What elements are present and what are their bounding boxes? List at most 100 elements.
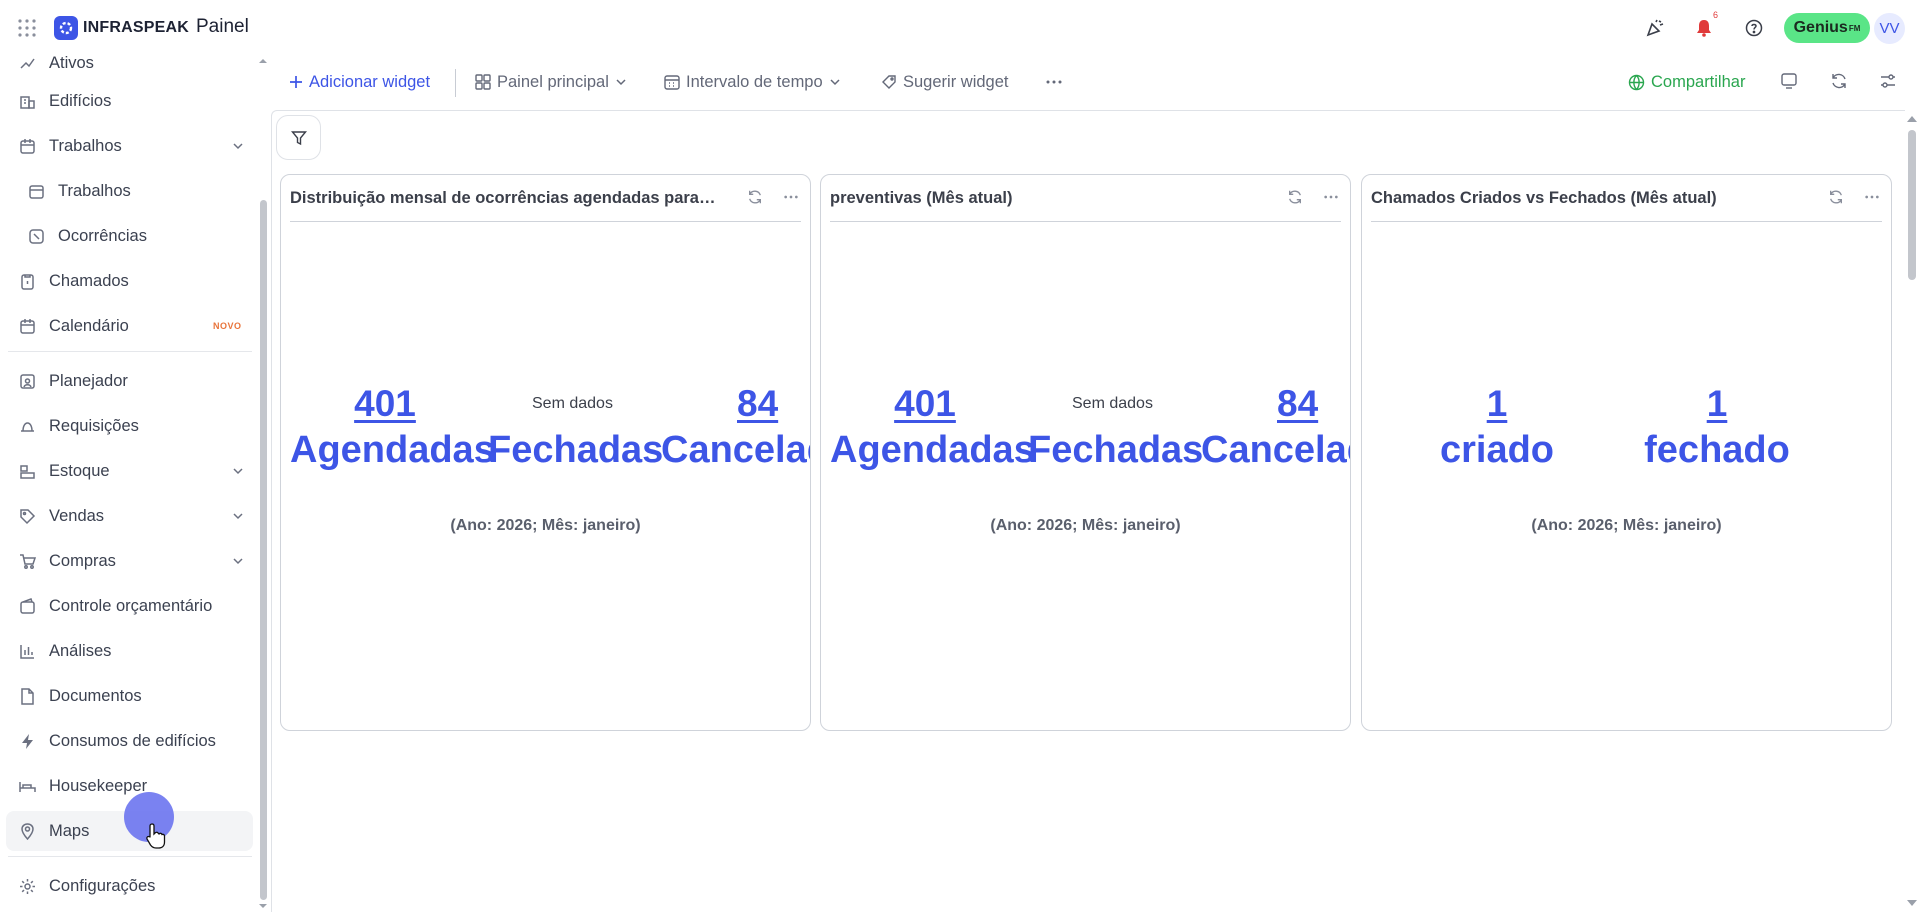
metric-label: Agendadas xyxy=(830,429,1035,471)
sidebar-item-calendario[interactable]: Calendário NOVO xyxy=(0,306,254,346)
widget-card[interactable]: Chamados Criados vs Fechados (Mês atual)… xyxy=(1361,174,1892,731)
genius-button[interactable]: Genius FM xyxy=(1784,13,1870,43)
sidebar-item-trabalhos[interactable]: Trabalhos xyxy=(0,171,254,211)
logo-text: INFRASPEAK xyxy=(83,19,190,36)
bar-chart-icon xyxy=(20,644,34,659)
bed-icon xyxy=(19,781,36,792)
filter-button[interactable] xyxy=(276,115,321,160)
sidebar-item-ocorrencias[interactable]: Ocorrências xyxy=(0,216,254,256)
metric-value[interactable]: 1 xyxy=(1422,381,1572,427)
metric-label: Fechadas xyxy=(488,429,664,471)
monitor-icon[interactable] xyxy=(1780,73,1798,90)
add-widget-label: Adicionar widget xyxy=(309,72,431,91)
sidebar-item-planejador[interactable]: Planejador xyxy=(0,361,254,401)
sidebar-item-estoque[interactable]: Estoque xyxy=(0,451,254,491)
more-horizontal-icon[interactable] xyxy=(783,189,799,205)
more-options-button[interactable] xyxy=(1045,71,1069,93)
metric-label: fechado xyxy=(1644,429,1790,471)
no-data-text: Sem dados xyxy=(1072,395,1153,412)
widget-header: Chamados Criados vs Fechados (Mês atual) xyxy=(1371,175,1882,222)
chevron-down-icon xyxy=(233,558,243,565)
clipboard-icon xyxy=(21,273,34,290)
metric-fechado[interactable]: 1 fechado xyxy=(1632,381,1802,473)
metric-agendadas[interactable]: 401 Agendadas xyxy=(290,381,495,473)
metric-value[interactable]: 84 xyxy=(1201,381,1350,427)
wallet-icon xyxy=(20,597,35,614)
document-icon xyxy=(21,687,34,705)
stock-icon xyxy=(20,464,35,479)
metric-agendadas[interactable]: 401 Agendadas xyxy=(830,381,1035,473)
scroll-up-arrow-icon[interactable] xyxy=(258,57,268,65)
period-text: (Ano: 2026; Mês: janeiro) xyxy=(450,517,641,534)
sidebar-item-vendas[interactable]: Vendas xyxy=(0,496,254,536)
help-icon[interactable] xyxy=(1743,17,1765,39)
sidebar-item-trabalhos-group[interactable]: Trabalhos xyxy=(0,126,254,166)
sidebar-item-configuracoes[interactable]: Configurações xyxy=(0,866,254,906)
sidebar-item-compras[interactable]: Compras xyxy=(0,541,254,581)
more-horizontal-icon[interactable] xyxy=(1864,189,1880,205)
sidebar-item-consumos-de-edificios[interactable]: Consumos de edifícios xyxy=(0,721,254,761)
calendar-icon xyxy=(29,184,44,199)
logo-mark-icon xyxy=(54,16,78,40)
sidebar-item-analises[interactable]: Análises xyxy=(0,631,254,671)
metric-value[interactable]: 84 xyxy=(661,381,810,427)
refresh-icon[interactable] xyxy=(747,189,763,205)
canvas-scrollbar[interactable] xyxy=(1908,130,1916,280)
sidebar-item-requisicoes[interactable]: Requisições xyxy=(0,406,254,446)
widget-card[interactable]: preventivas (Mês atual) 401 Agendadas Se… xyxy=(820,174,1351,731)
period-text: (Ano: 2026; Mês: janeiro) xyxy=(990,517,1181,534)
sidebar-divider xyxy=(8,351,252,352)
assets-icon xyxy=(20,58,35,69)
widget-header: preventivas (Mês atual) xyxy=(830,175,1341,222)
dashboard-select[interactable]: Painel principal xyxy=(475,71,634,93)
scroll-down-arrow-icon[interactable] xyxy=(258,902,268,910)
sidebar-item-label: Housekeeper xyxy=(49,776,148,795)
metric-criado[interactable]: 1 criado xyxy=(1422,381,1572,473)
sidebar-item-housekeeper[interactable]: Housekeeper xyxy=(0,766,254,806)
scroll-up-arrow-icon[interactable] xyxy=(1906,114,1918,124)
refresh-icon[interactable] xyxy=(1830,72,1848,90)
chevron-down-icon xyxy=(830,79,840,86)
sidebar-item-controle-orcamentario[interactable]: Controle orçamentário xyxy=(0,586,254,626)
widget-card[interactable]: Distribuição mensal de ocorrências agend… xyxy=(280,174,811,731)
scroll-down-arrow-icon[interactable] xyxy=(1906,898,1918,908)
user-avatar[interactable]: VV xyxy=(1874,13,1905,44)
tag-icon xyxy=(20,508,36,524)
suggest-widget-button[interactable]: Sugerir widget xyxy=(881,71,1008,93)
time-range-select[interactable]: Intervalo de tempo xyxy=(664,71,848,93)
sidebar-item-label: Ativos xyxy=(49,55,94,72)
more-horizontal-icon[interactable] xyxy=(1323,189,1339,205)
sidebar-item-chamados[interactable]: Chamados xyxy=(0,261,254,301)
sidebar-item-documentos[interactable]: Documentos xyxy=(0,676,254,716)
plus-icon xyxy=(290,76,302,88)
chevron-down-icon xyxy=(233,143,243,150)
settings-sliders-icon[interactable] xyxy=(1879,72,1897,90)
sidebar-item-label: Maps xyxy=(49,821,90,840)
app-grid-icon[interactable] xyxy=(17,18,37,38)
sidebar-item-edificios[interactable]: Edifícios xyxy=(0,81,254,121)
sidebar-item-label: Controle orçamentário xyxy=(49,596,213,615)
sidebar-item-label: Consumos de edifícios xyxy=(49,731,216,750)
genius-suffix: FM xyxy=(1848,23,1861,33)
refresh-icon[interactable] xyxy=(1287,189,1303,205)
add-widget-button[interactable]: Adicionar widget xyxy=(289,71,430,93)
calendar-icon xyxy=(20,138,35,154)
metric-label: Canceladas xyxy=(1201,429,1350,471)
metric-canceladas[interactable]: 84 Canceladas xyxy=(1201,381,1350,473)
share-button[interactable]: Compartilhar xyxy=(1628,71,1745,93)
widget-title: Distribuição mensal de ocorrências agend… xyxy=(290,189,720,207)
top-bar: INFRASPEAK Painel 6 Genius FM VV xyxy=(0,0,1920,55)
sidebar-scrollbar[interactable] xyxy=(260,200,267,900)
party-popper-icon[interactable] xyxy=(1644,17,1666,39)
metric-canceladas[interactable]: 84 Canceladas xyxy=(661,381,810,473)
sidebar-item-ativos[interactable]: Ativos xyxy=(0,55,254,83)
metric-value[interactable]: 401 xyxy=(830,381,1020,427)
widget-header: Distribuição mensal de ocorrências agend… xyxy=(290,175,801,222)
metric-value[interactable]: 401 xyxy=(290,381,480,427)
metric-value[interactable]: 1 xyxy=(1632,381,1802,427)
share-label: Compartilhar xyxy=(1651,72,1746,91)
toolbar-separator xyxy=(455,69,456,97)
infraspeak-logo[interactable]: INFRASPEAK xyxy=(54,16,189,40)
notification-bell-icon[interactable]: 6 xyxy=(1693,10,1718,39)
refresh-icon[interactable] xyxy=(1828,189,1844,205)
